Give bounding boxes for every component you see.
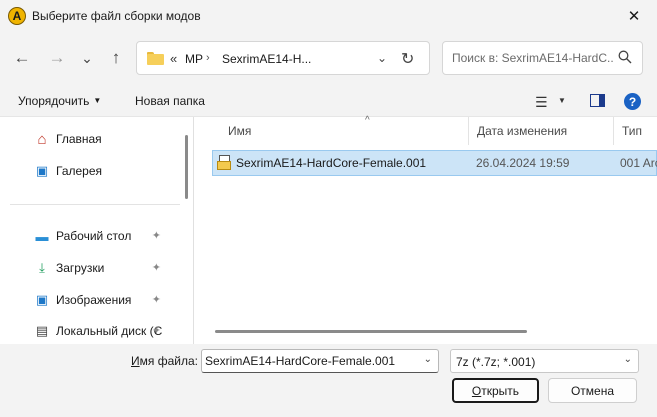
- pin-icon: ✦: [151, 325, 161, 337]
- navigation-bar: ← → ⌄ ↑ « MP › SexrimAE14-H... ⌄ ↻: [0, 38, 657, 78]
- command-bar: Упорядочить ▼ Новая папка ☰ ▼ ?: [0, 86, 657, 116]
- pin-icon: ✦: [151, 294, 161, 306]
- preview-pane-icon[interactable]: [590, 94, 605, 107]
- organize-label: Упорядочить: [18, 94, 90, 108]
- file-name: SexrimAE14-HardCore-Female.001: [236, 156, 427, 170]
- open-button[interactable]: Открыть: [452, 378, 539, 403]
- back-button[interactable]: ←: [10, 46, 34, 70]
- cancel-button[interactable]: Отмена: [548, 378, 637, 403]
- sidebar-item-downloads[interactable]: ⤓ Загрузки ✦: [34, 258, 179, 278]
- sidebar-scrollbar[interactable]: [185, 135, 188, 199]
- help-icon[interactable]: ?: [624, 93, 641, 110]
- arrow-right-icon: →: [48, 48, 66, 67]
- archive-file-icon: [217, 155, 231, 170]
- column-header-name[interactable]: Имя ^: [220, 115, 469, 145]
- drive-icon: ▤: [35, 323, 49, 338]
- recent-locations-button[interactable]: ⌄: [75, 46, 99, 70]
- breadcrumb-item-current[interactable]: SexrimAE14-H...: [222, 52, 311, 66]
- downloads-icon: ⤓: [39, 260, 45, 275]
- horizontal-scrollbar[interactable]: [215, 330, 527, 333]
- filename-input[interactable]: [202, 350, 417, 372]
- new-folder-button[interactable]: Новая папка: [135, 94, 205, 108]
- desktop-icon: ▬: [35, 228, 49, 244]
- view-options-icon[interactable]: ☰: [535, 94, 548, 111]
- home-icon: ⌂: [37, 130, 47, 148]
- search-icon: [618, 50, 632, 64]
- chevron-down-icon: ⌄: [81, 49, 93, 66]
- sidebar-item-home[interactable]: ⌂ Главная: [34, 129, 179, 149]
- pictures-icon: ▣: [35, 292, 49, 307]
- filetype-select[interactable]: 7z (*.7z; *.001) ⌄: [450, 349, 639, 373]
- sidebar-item-pictures[interactable]: ▣ Изображения ✦: [34, 290, 179, 310]
- pin-icon: ✦: [151, 262, 161, 274]
- app-icon: A: [8, 7, 26, 25]
- filename-label: Имя файла:: [131, 354, 198, 368]
- refresh-icon[interactable]: ↻: [401, 49, 414, 69]
- organize-button[interactable]: Упорядочить ▼: [18, 94, 101, 108]
- arrow-left-icon: ←: [13, 48, 31, 67]
- pin-icon: ✦: [151, 230, 161, 242]
- sidebar-item-local-disk[interactable]: ▤ Локальный диск (C ✦: [34, 321, 179, 341]
- view-caret-down-icon[interactable]: ▼: [558, 96, 566, 105]
- column-header-label: Имя: [228, 124, 252, 138]
- address-bar[interactable]: « MP › SexrimAE14-H... ⌄ ↻: [136, 41, 430, 75]
- gallery-icon: ▣: [35, 163, 49, 178]
- sidebar-item-desktop[interactable]: ▬ Рабочий стол ✦: [34, 226, 179, 246]
- sidebar-item-label: Галерея: [56, 164, 103, 178]
- footer-panel: Имя файла: ⌄ 7z (*.7z; *.001) ⌄ Открыть …: [0, 344, 657, 417]
- filename-combobox[interactable]: ⌄: [201, 349, 439, 373]
- search-input[interactable]: [443, 42, 613, 74]
- forward-button[interactable]: →: [45, 46, 69, 70]
- address-history-icon[interactable]: ⌄: [377, 51, 387, 65]
- arrow-up-icon: ↑: [111, 48, 121, 67]
- file-type: 001 Arc: [620, 156, 657, 170]
- table-row[interactable]: SexrimAE14-HardCore-Female.001 26.04.202…: [212, 150, 657, 176]
- sidebar-item-label: Локальный диск (C: [56, 324, 163, 338]
- sidebar-item-label: Изображения: [56, 293, 132, 307]
- title-bar: A Выберите файл сборки модов ✕: [0, 0, 657, 32]
- breadcrumb-item-mp[interactable]: MP: [185, 52, 203, 66]
- chevron-right-icon[interactable]: ›: [206, 52, 210, 64]
- column-header-date[interactable]: Дата изменения: [469, 117, 614, 145]
- close-button[interactable]: ✕: [611, 0, 657, 32]
- column-header-type[interactable]: Тип: [614, 117, 657, 145]
- sidebar-item-gallery[interactable]: ▣ Галерея: [34, 161, 179, 181]
- navigation-pane: ⌂ Главная ▣ Галерея ▬ Рабочий стол ✦ ⤓ З…: [0, 117, 194, 345]
- folder-icon: [147, 52, 164, 65]
- file-list: Имя ^ Дата изменения Тип SexrimAE14-Hard…: [195, 115, 657, 345]
- divider: [10, 204, 180, 205]
- search-box[interactable]: [442, 41, 643, 75]
- breadcrumb-overflow-icon[interactable]: «: [170, 51, 177, 66]
- chevron-down-icon: ⌄: [623, 354, 632, 365]
- window-title: Выберите файл сборки модов: [32, 9, 201, 23]
- content-area: ⌂ Главная ▣ Галерея ▬ Рабочий стол ✦ ⤓ З…: [0, 115, 657, 345]
- chevron-down-icon[interactable]: ⌄: [424, 354, 432, 365]
- up-button[interactable]: ↑: [104, 46, 128, 70]
- filetype-value: 7z (*.7z; *.001): [456, 355, 536, 369]
- sidebar-item-label: Рабочий стол: [56, 229, 132, 243]
- sidebar-item-label: Загрузки: [56, 261, 105, 275]
- file-modified: 26.04.2024 19:59: [476, 156, 570, 170]
- sidebar-item-label: Главная: [56, 132, 102, 146]
- caret-down-icon: ▼: [93, 96, 102, 105]
- sort-ascending-icon: ^: [365, 115, 370, 126]
- close-icon: ✕: [627, 8, 641, 25]
